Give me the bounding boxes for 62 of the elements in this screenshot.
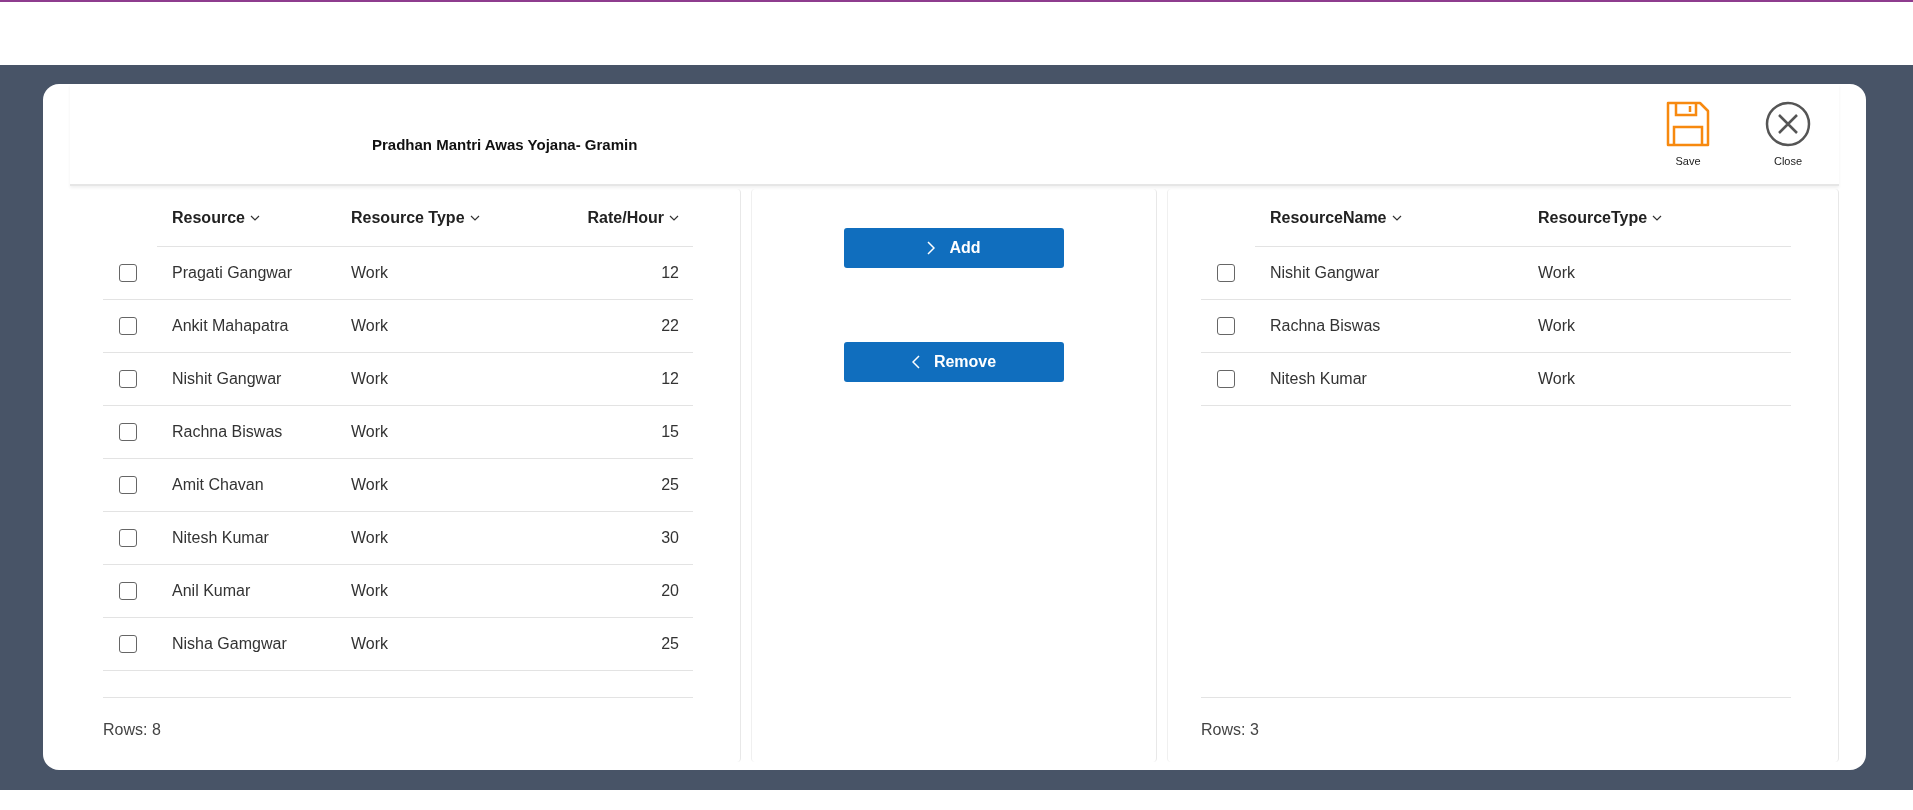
dialog-title: Pradhan Mantri Awas Yojana- Gramin: [372, 135, 638, 153]
row-checkbox[interactable]: [1217, 317, 1235, 335]
chevron-right-icon: [927, 241, 936, 255]
table-cell: Ankit Mahapatra: [172, 317, 289, 334]
column-header[interactable]: Rate/Hour: [515, 189, 693, 247]
save-icon: [1666, 101, 1710, 147]
table-cell: 25: [661, 635, 679, 652]
row-checkbox[interactable]: [119, 423, 137, 441]
table-cell: Work: [1538, 317, 1576, 334]
table-cell: 30: [661, 529, 679, 546]
table-cell: Nitesh Kumar: [172, 529, 269, 546]
row-count: Rows: 3: [1201, 721, 1259, 739]
table-cell: Work: [351, 370, 389, 387]
chevron-down-icon: [669, 214, 679, 221]
table-cell: Work: [351, 317, 389, 334]
table-cell: Nishit Gangwar: [1270, 264, 1380, 281]
row-checkbox[interactable]: [119, 264, 137, 282]
row-checkbox[interactable]: [119, 635, 137, 653]
row-checkbox[interactable]: [119, 529, 137, 547]
chevron-down-icon: [1652, 214, 1663, 221]
row-checkbox[interactable]: [1217, 264, 1235, 282]
chevron-down-icon: [469, 214, 480, 221]
table-cell: 12: [661, 370, 679, 387]
column-header[interactable]: Resource Type: [336, 189, 515, 247]
row-checkbox[interactable]: [119, 582, 137, 600]
table-cell: Work: [351, 476, 389, 493]
table-cell: 15: [661, 423, 679, 440]
table-cell: 20: [661, 582, 679, 599]
chevron-left-icon: [911, 355, 920, 369]
column-header[interactable]: Resource: [157, 189, 336, 247]
row-checkbox[interactable]: [1217, 370, 1235, 388]
chevron-down-icon: [1391, 214, 1402, 221]
table-cell: 25: [661, 476, 679, 493]
chevron-down-icon: [249, 214, 260, 221]
table-cell: Work: [351, 582, 389, 599]
table-cell: Nishit Gangwar: [172, 370, 282, 387]
save-button[interactable]: Save: [1657, 101, 1719, 167]
table-cell: Nisha Gamgwar: [172, 635, 287, 652]
table-cell: 22: [661, 317, 679, 334]
row-checkbox[interactable]: [119, 476, 137, 494]
remove-button[interactable]: Remove: [844, 342, 1064, 382]
table-cell: Work: [1538, 264, 1576, 281]
row-count: Rows: 8: [103, 721, 161, 739]
table-cell: Work: [351, 529, 389, 546]
table-cell: Work: [351, 635, 389, 652]
table-cell: Pragati Gangwar: [172, 264, 293, 281]
column-header[interactable]: ResourceName: [1255, 189, 1523, 247]
close-button[interactable]: Close: [1757, 101, 1819, 167]
table-cell: Rachna Biswas: [172, 423, 283, 440]
table-cell: Anil Kumar: [172, 582, 251, 599]
column-header[interactable]: ResourceType: [1523, 189, 1791, 247]
row-checkbox[interactable]: [119, 317, 137, 335]
table-cell: Rachna Biswas: [1270, 317, 1381, 334]
table-cell: Work: [1538, 370, 1576, 387]
table-cell: Nitesh Kumar: [1270, 370, 1367, 387]
close-icon: [1765, 101, 1811, 147]
add-button[interactable]: Add: [844, 228, 1064, 268]
table-cell: Work: [351, 423, 389, 440]
row-checkbox[interactable]: [119, 370, 137, 388]
table-cell: Work: [351, 264, 389, 281]
table-cell: 12: [661, 264, 679, 281]
table-cell: Amit Chavan: [172, 476, 264, 493]
